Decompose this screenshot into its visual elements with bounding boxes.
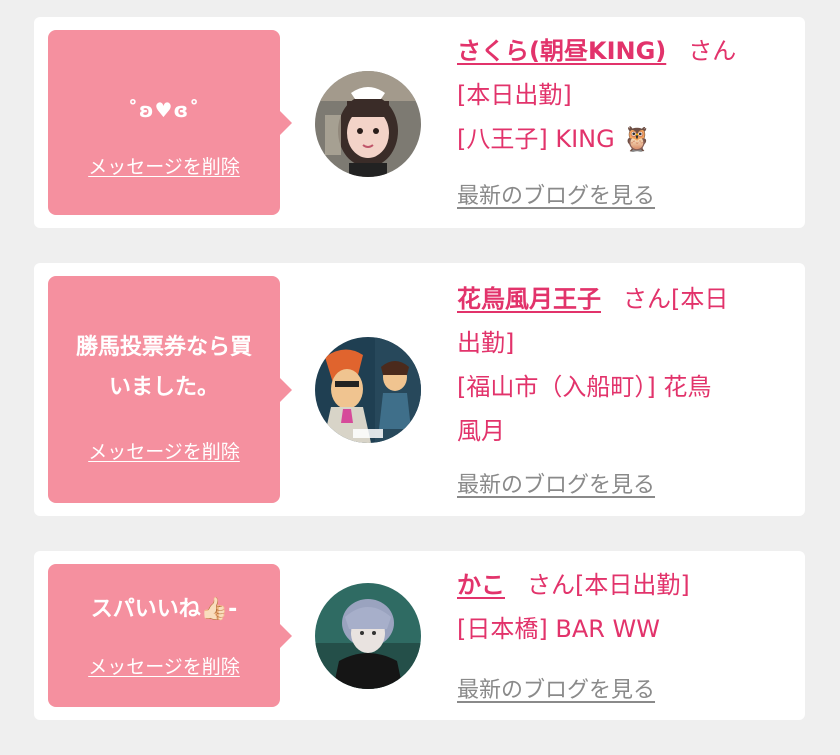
user-avatar[interactable] bbox=[315, 583, 421, 689]
message-text: スパいいね👍🏻- bbox=[90, 597, 238, 622]
user-name-link[interactable]: 花鳥風月王子 bbox=[457, 285, 601, 313]
message-bubble: ˚ʚ♥ɞ˚ メッセージを削除 bbox=[48, 30, 292, 215]
latest-blog-link[interactable]: 最新のブログを見る bbox=[457, 178, 655, 210]
work-status: 出勤] bbox=[457, 329, 515, 357]
shop-location-continued: 風月 bbox=[457, 417, 505, 445]
message-card: 勝馬投票券なら買 いました。 メッセージを削除 花鳥風月王子 さん[本日 出勤]… bbox=[34, 263, 805, 516]
user-avatar[interactable] bbox=[315, 337, 421, 443]
shop-location: [日本橋] BAR WW bbox=[457, 615, 661, 643]
user-info: 花鳥風月王子 さん[本日 出勤] [福山市（入船町）] 花鳥 風月 bbox=[457, 277, 787, 453]
user-name-link[interactable]: さくら(朝昼KING) bbox=[457, 37, 666, 65]
user-info: さくら(朝昼KING) さん [本日出勤] [八王子] KING 🦉 bbox=[457, 29, 787, 161]
latest-blog-link[interactable]: 最新のブログを見る bbox=[457, 672, 655, 704]
user-name-link[interactable]: かこ bbox=[457, 571, 505, 599]
honorific: さん[本日出勤] bbox=[527, 571, 690, 599]
shop-location: [八王子] KING 🦉 bbox=[457, 125, 653, 153]
message-bubble: スパいいね👍🏻- メッセージを削除 bbox=[48, 564, 292, 707]
message-card: ˚ʚ♥ɞ˚ メッセージを削除 さくら(朝昼KING) さん [本日出勤] [八王… bbox=[34, 17, 805, 228]
honorific: さん bbox=[688, 37, 737, 65]
message-text-line: いました。 bbox=[108, 375, 219, 400]
message-card: スパいいね👍🏻- メッセージを削除 かこ さん[本日出勤] [日本橋] BAR W… bbox=[34, 551, 805, 720]
delete-message-link[interactable]: メッセージを削除 bbox=[48, 652, 280, 679]
message-text-line: 勝馬投票券なら買 bbox=[75, 335, 252, 360]
user-avatar[interactable] bbox=[315, 71, 421, 177]
honorific: さん[本日 bbox=[623, 285, 729, 313]
message-text: ˚ʚ♥ɞ˚ bbox=[127, 98, 201, 122]
work-status: [本日出勤] bbox=[457, 81, 572, 109]
user-info: かこ さん[本日出勤] [日本橋] BAR WW bbox=[457, 563, 787, 651]
delete-message-link[interactable]: メッセージを削除 bbox=[48, 152, 280, 179]
shop-location: [福山市（入船町）] 花鳥 bbox=[457, 373, 712, 401]
message-list: ˚ʚ♥ɞ˚ メッセージを削除 さくら(朝昼KING) さん [本日出勤] [八王… bbox=[0, 0, 840, 755]
message-bubble: 勝馬投票券なら買 いました。 メッセージを削除 bbox=[48, 276, 292, 503]
latest-blog-link[interactable]: 最新のブログを見る bbox=[457, 467, 655, 499]
delete-message-link[interactable]: メッセージを削除 bbox=[48, 437, 280, 464]
